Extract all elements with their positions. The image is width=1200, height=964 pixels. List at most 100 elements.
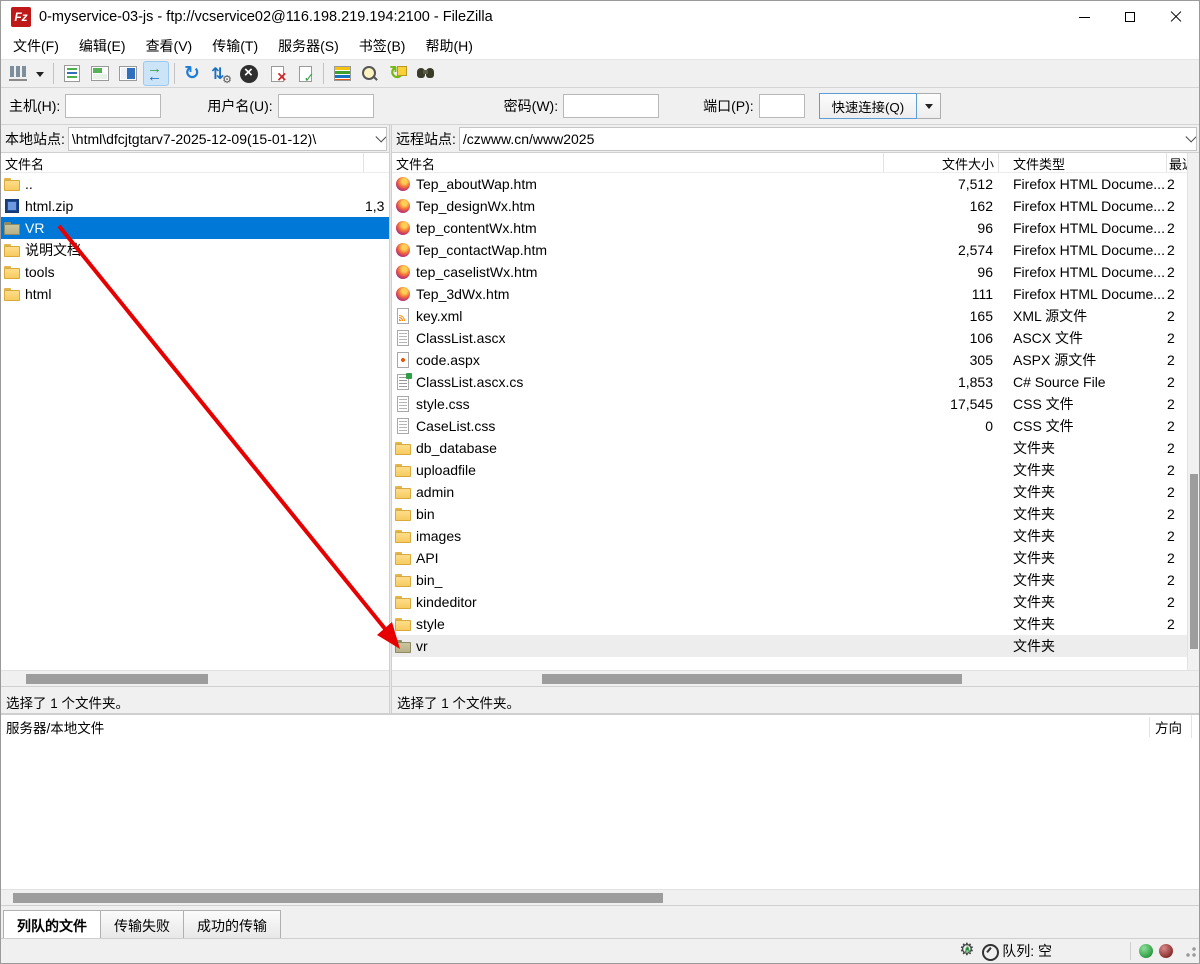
remote-file-row[interactable]: style.css17,545CSS 文件2 <box>392 393 1187 415</box>
remote-column-modified[interactable]: 最近修改 <box>1167 153 1187 172</box>
cancel-button[interactable] <box>236 61 262 86</box>
process-queue-button[interactable] <box>208 61 234 86</box>
remote-horizontal-scrollbar[interactable] <box>392 670 1199 686</box>
remote-file-row[interactable]: code.aspx305ASPX 源文件2 <box>392 349 1187 371</box>
remote-file-row[interactable]: CaseList.css0CSS 文件2 <box>392 415 1187 437</box>
site-manager-dropdown-icon <box>36 64 46 84</box>
scrollbar-thumb[interactable] <box>542 674 962 684</box>
remote-file-row[interactable]: API文件夹2 <box>392 547 1187 569</box>
scrollbar-thumb[interactable] <box>1190 474 1198 650</box>
close-button[interactable] <box>1153 1 1199 33</box>
local-file-row[interactable]: html.zip1,3 <box>1 195 389 217</box>
transfer-mode-auto-icon[interactable] <box>958 942 976 960</box>
remote-file-row[interactable]: Tep_designWx.htm162Firefox HTML Docume..… <box>392 195 1187 217</box>
local-file-row[interactable]: 说明文档 <box>1 239 389 261</box>
remote-vertical-scrollbar[interactable] <box>1187 153 1199 670</box>
tab-列队的文件[interactable]: 列队的文件 <box>3 910 101 938</box>
find-files-button[interactable] <box>413 61 439 86</box>
menu-item[interactable]: 帮助(H) <box>415 34 482 58</box>
port-input[interactable] <box>759 94 805 118</box>
host-label: 主机(H): <box>9 96 60 116</box>
firefox-icon <box>395 176 412 192</box>
local-path-combobox[interactable]: \html\dfcjtgtarv7-2025-12-09(15-01-12)\ <box>68 127 387 151</box>
maximize-button[interactable] <box>1107 1 1153 33</box>
local-file-row[interactable]: html <box>1 283 389 305</box>
username-input[interactable] <box>278 94 374 118</box>
local-column-filename[interactable]: 文件名 <box>1 153 364 172</box>
sync-browsing-button[interactable] <box>385 61 411 86</box>
remote-file-row[interactable]: tep_caselistWx.htm96Firefox HTML Docume.… <box>392 261 1187 283</box>
toggle-transfer-queue-button[interactable] <box>143 61 169 86</box>
resize-grip[interactable] <box>1183 946 1197 960</box>
local-file-row[interactable]: tools <box>1 261 389 283</box>
remote-file-row[interactable]: tep_contentWx.htm96Firefox HTML Docume..… <box>392 217 1187 239</box>
remote-column-filename[interactable]: 文件名 <box>392 153 884 172</box>
toggle-local-tree-button[interactable] <box>87 61 113 86</box>
filter-files-button[interactable] <box>357 61 383 86</box>
toggle-remote-tree-button[interactable] <box>115 61 141 86</box>
site-manager-dropdown-button[interactable] <box>33 61 48 86</box>
toggle-message-log-button[interactable] <box>59 61 85 86</box>
menu-item[interactable]: 编辑(E) <box>69 34 136 58</box>
remote-file-row[interactable]: ClassList.ascx.cs1,853C# Source File2 <box>392 371 1187 393</box>
menu-item[interactable]: 服务器(S) <box>268 34 349 58</box>
reconnect-button[interactable] <box>292 61 318 86</box>
directory-comparison-button[interactable] <box>329 61 355 86</box>
remote-file-row[interactable]: ClassList.ascx106ASCX 文件2 <box>392 327 1187 349</box>
toolbar-separator <box>323 63 324 84</box>
remote-column-filesize[interactable]: 文件大小 <box>884 153 999 172</box>
menu-item[interactable]: 文件(F) <box>3 34 69 58</box>
file-modified: 2 <box>1167 286 1187 302</box>
disconnect-button[interactable] <box>264 61 290 86</box>
disconnect-icon <box>271 66 284 82</box>
queue-column-server[interactable]: 服务器/本地文件 <box>1 717 1149 737</box>
site-manager-button[interactable] <box>5 61 31 86</box>
remote-file-row[interactable]: Tep_aboutWap.htm7,512Firefox HTML Docume… <box>392 173 1187 195</box>
remote-file-row[interactable]: bin_文件夹2 <box>392 569 1187 591</box>
toggle-remote-tree-icon <box>119 66 137 81</box>
remote-path-combobox[interactable]: /czwww.cn/www2025 <box>459 127 1197 151</box>
firefox-icon <box>395 264 412 280</box>
local-panel: 本地站点: \html\dfcjtgtarv7-2025-12-09(15-01… <box>1 125 389 713</box>
menu-item[interactable]: 传输(T) <box>202 34 268 58</box>
folder-olive-icon <box>4 220 21 236</box>
remote-file-row[interactable]: images文件夹2 <box>392 525 1187 547</box>
minimize-button[interactable] <box>1061 1 1107 33</box>
queue-horizontal-scrollbar[interactable] <box>1 889 1199 905</box>
local-file-row[interactable]: .. <box>1 173 389 195</box>
remote-file-row[interactable]: uploadfile文件夹2 <box>392 459 1187 481</box>
refresh-button[interactable] <box>180 61 206 86</box>
username-label: 用户名(U): <box>207 96 272 116</box>
queue-column-direction[interactable]: 方向 <box>1149 717 1191 737</box>
file-size: 106 <box>884 330 999 346</box>
quickconnect-dropdown-button[interactable] <box>917 93 941 119</box>
local-file-row[interactable]: VR <box>1 217 389 239</box>
menu-item[interactable]: 查看(V) <box>136 34 203 58</box>
password-input[interactable] <box>563 94 659 118</box>
remote-column-filetype[interactable]: 文件类型 <box>999 153 1167 172</box>
remote-file-row[interactable]: style文件夹2 <box>392 613 1187 635</box>
remote-file-row[interactable]: admin文件夹2 <box>392 481 1187 503</box>
remote-file-row[interactable]: vr文件夹 <box>392 635 1187 657</box>
remote-file-row[interactable]: kindeditor文件夹2 <box>392 591 1187 613</box>
scrollbar-thumb[interactable] <box>13 893 663 903</box>
quickconnect-button[interactable]: 快速连接(Q) <box>819 93 918 119</box>
host-input[interactable] <box>65 94 161 118</box>
firefox-icon <box>395 198 412 214</box>
file-type: 文件夹 <box>999 526 1167 546</box>
tab-传输失败[interactable]: 传输失败 <box>100 910 184 938</box>
firefox-icon <box>395 286 412 302</box>
scrollbar-thumb[interactable] <box>26 674 208 684</box>
remote-file-row[interactable]: db_database文件夹2 <box>392 437 1187 459</box>
remote-file-row[interactable]: key.xml165XML 源文件2 <box>392 305 1187 327</box>
menu-item[interactable]: 书签(B) <box>349 34 416 58</box>
remote-file-row[interactable]: Tep_3dWx.htm111Firefox HTML Docume...2 <box>392 283 1187 305</box>
local-horizontal-scrollbar[interactable] <box>1 670 389 686</box>
file-panels: 本地站点: \html\dfcjtgtarv7-2025-12-09(15-01… <box>1 125 1199 713</box>
toggle-local-tree-icon <box>91 66 109 81</box>
local-site-label: 本地站点: <box>5 129 65 149</box>
remote-file-row[interactable]: bin文件夹2 <box>392 503 1187 525</box>
speed-limit-icon[interactable] <box>980 942 998 960</box>
tab-成功的传输[interactable]: 成功的传输 <box>183 910 281 938</box>
remote-file-row[interactable]: Tep_contactWap.htm2,574Firefox HTML Docu… <box>392 239 1187 261</box>
